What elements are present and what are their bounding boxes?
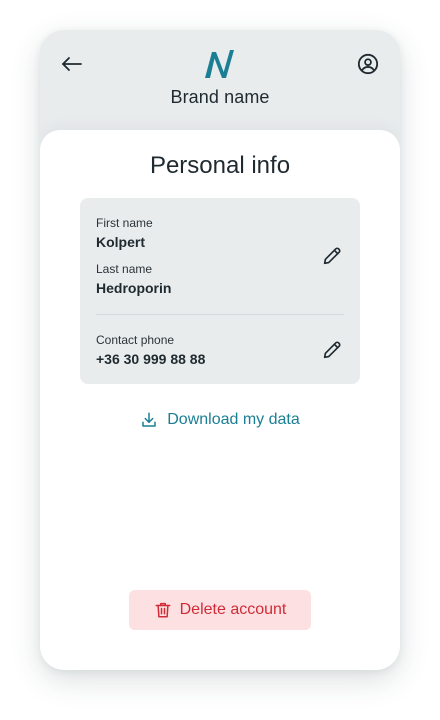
- app-header: Brand name: [40, 30, 400, 130]
- first-name-value: Kolpert: [96, 234, 145, 250]
- last-name-label: Last name: [96, 262, 153, 276]
- brand-logo-icon: [205, 50, 234, 78]
- arrow-left-icon: [62, 57, 82, 71]
- last-name-value: Hedroporin: [96, 280, 172, 296]
- profile-button[interactable]: [354, 50, 382, 78]
- card-divider: [96, 314, 344, 315]
- personal-info-card: First name Kolpert Last name Hedroporin …: [80, 198, 360, 384]
- delete-label: Delete account: [179, 601, 287, 618]
- edit-phone-button[interactable]: [318, 336, 346, 364]
- pencil-icon: [323, 341, 341, 359]
- first-name-label: First name: [96, 216, 153, 230]
- phone-frame: Brand name Personal info First name Kolp…: [40, 30, 400, 670]
- download-icon: [142, 412, 156, 427]
- pencil-icon: [323, 247, 341, 265]
- edit-name-button[interactable]: [318, 242, 346, 270]
- content-sheet: Personal info First name Kolpert Last na…: [40, 130, 400, 670]
- user-circle-icon: [357, 53, 379, 75]
- trash-icon: [155, 602, 171, 618]
- delete-account-button[interactable]: Delete account: [129, 590, 311, 630]
- back-button[interactable]: [58, 50, 86, 78]
- page-title: Personal info: [149, 152, 291, 179]
- download-data-link[interactable]: Download my data: [140, 408, 300, 432]
- phone-value: +36 30 999 88 88: [96, 351, 206, 367]
- brand-name: Brand name: [170, 87, 270, 107]
- download-label: Download my data: [167, 411, 300, 428]
- phone-label: Contact phone: [96, 333, 175, 347]
